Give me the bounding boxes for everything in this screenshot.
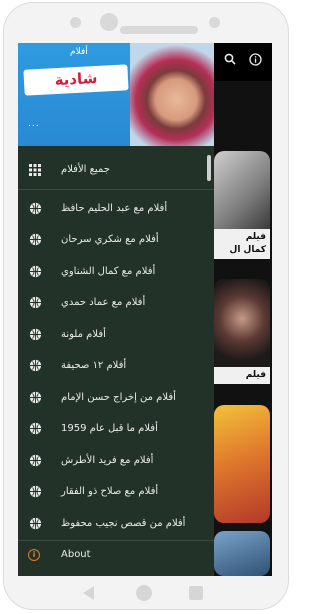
menu-item-label: أفلام مع عماد حمدي	[61, 297, 146, 309]
app-screen: فيلم كمال ال فيلم أفلام شادية ... جميع ا…	[18, 43, 272, 576]
globe-icon	[28, 296, 42, 310]
grid-icon	[28, 163, 42, 177]
movie-card[interactable]: فيلم كمال ال	[214, 151, 270, 269]
menu-item[interactable]: أفلام مع عبد الحليم حافظ	[18, 193, 214, 225]
header-photo	[130, 43, 214, 146]
app-bar	[214, 43, 272, 81]
globe-icon	[28, 233, 42, 247]
navigation-drawer: أفلام شادية ... جميع الأفلام أفلام مع عب…	[18, 43, 214, 576]
back-icon[interactable]	[82, 585, 96, 605]
about-label: About	[61, 549, 91, 560]
globe-icon	[28, 453, 42, 467]
menu-item-label: أفلام من قصص نجيب محفوظ	[61, 517, 186, 529]
menu-item[interactable]: أفلام مع صلاح ذو الفقار	[18, 476, 214, 508]
movie-card[interactable]: فيلم	[214, 279, 270, 397]
menu-item[interactable]: أفلام من إخراج حسن الإمام	[18, 382, 214, 414]
menu-item-label: أفلام مع شكري سرحان	[61, 234, 159, 246]
menu-item[interactable]: أفلام مع كمال الشناوي	[18, 256, 214, 288]
menu-item-about[interactable]: i About	[18, 540, 214, 571]
logo-title: شادية	[54, 68, 98, 90]
globe-icon	[28, 516, 42, 530]
menu-item[interactable]: أفلام ١٢ صحيفة	[18, 350, 214, 382]
recents-icon[interactable]	[188, 585, 204, 605]
movie-poster	[214, 151, 270, 229]
drawer-scrollbar[interactable]	[207, 155, 211, 181]
info-icon[interactable]	[249, 53, 262, 70]
menu-item[interactable]: أفلام مع عماد حمدي	[18, 287, 214, 319]
front-camera-lens	[100, 13, 118, 31]
movie-poster	[214, 279, 270, 367]
menu-item[interactable]: أفلام مع شكري سرحان	[18, 224, 214, 256]
menu-divider	[18, 188, 214, 190]
menu-item-label: أفلام ملونة	[61, 328, 106, 340]
movie-caption: فيلم كمال ال	[214, 229, 270, 259]
menu-item[interactable]: أفلام من قصص نجيب محفوظ	[18, 508, 214, 540]
movie-card[interactable]	[214, 531, 270, 576]
drawer-menu: جميع الأفلام أفلام مع عبد الحليم حافظ أف…	[18, 146, 214, 539]
logo-subtitle: أفلام	[70, 47, 88, 57]
home-icon[interactable]	[135, 584, 153, 606]
menu-item-all-movies[interactable]: جميع الأفلام	[18, 154, 214, 186]
earpiece-speaker	[120, 26, 198, 34]
search-icon[interactable]	[224, 53, 236, 69]
front-camera	[70, 17, 81, 28]
menu-item-label: أفلام من إخراج حسن الإمام	[61, 391, 176, 403]
globe-icon	[28, 327, 42, 341]
menu-item-label: أفلام مع فريد الأطرش	[61, 454, 154, 466]
menu-item-label: أفلام ١٢ صحيفة	[61, 360, 127, 372]
globe-icon	[28, 485, 42, 499]
menu-item-label: أفلام مع كمال الشناوي	[61, 265, 156, 277]
globe-icon	[28, 201, 42, 215]
proximity-sensor	[209, 17, 220, 28]
menu-item-label: أفلام ما قبل عام 1959	[61, 423, 158, 435]
menu-item-label: أفلام مع عبد الحليم حافظ	[61, 202, 168, 214]
header-dots: ...	[28, 119, 40, 129]
globe-icon	[28, 264, 42, 278]
menu-item-label: جميع الأفلام	[61, 164, 110, 176]
globe-icon	[28, 422, 42, 436]
menu-item[interactable]: أفلام ملونة	[18, 319, 214, 351]
menu-item[interactable]: أفلام مع فريد الأطرش	[18, 445, 214, 477]
menu-item-label: أفلام مع صلاح ذو الفقار	[61, 486, 159, 498]
globe-icon	[28, 390, 42, 404]
app-logo: شادية	[23, 64, 129, 96]
movie-card[interactable]	[214, 405, 270, 523]
info-circle-icon: i	[28, 549, 40, 561]
globe-icon	[28, 359, 42, 373]
drawer-header: أفلام شادية ...	[18, 43, 214, 146]
menu-item[interactable]: أفلام ما قبل عام 1959	[18, 413, 214, 445]
movie-caption: فيلم	[214, 367, 270, 384]
